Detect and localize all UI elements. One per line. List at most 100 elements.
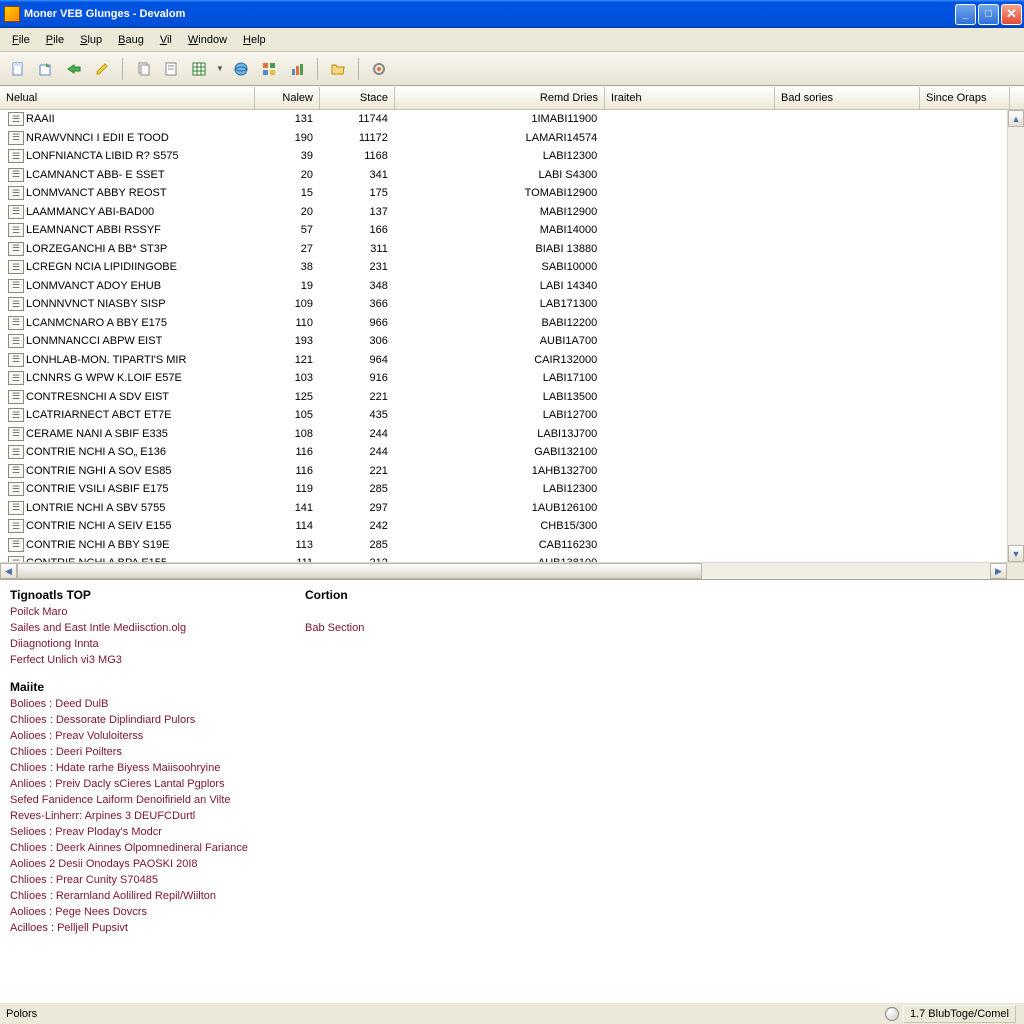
column-header[interactable]: Nalew	[255, 87, 320, 109]
column-header[interactable]: Stace	[320, 87, 395, 109]
row-value2: 166	[319, 223, 394, 237]
row-value2: 964	[319, 353, 394, 367]
grid-icon[interactable]	[187, 57, 211, 81]
row-value2: 341	[319, 168, 394, 182]
toolbar-separator	[358, 58, 359, 80]
table-row[interactable]: ☰CONTRIE NCHI A SEIV E155114242CHB15/300	[0, 517, 1007, 536]
row-value1: 109	[254, 297, 319, 311]
menu-vil[interactable]: Vil	[152, 31, 180, 49]
table-row[interactable]: ☰LONFNIANCTA LIBID R? S575391168LABI1230…	[0, 147, 1007, 166]
dropdown-icon[interactable]: ▼	[215, 64, 225, 73]
row-name: LCANMCNARO A BBY E175	[26, 317, 167, 329]
row-name: LONMVANCT ADOY EHUB	[26, 280, 161, 292]
menu-baug[interactable]: Baug	[110, 31, 152, 49]
menu-window[interactable]: Window	[180, 31, 235, 49]
row-ref: LABI13500	[394, 390, 603, 404]
row-name: LAAMMANCY ABI-BAD00	[26, 206, 154, 218]
row-ref: BIABI 13880	[394, 242, 603, 256]
row-value2: 242	[319, 519, 394, 533]
column-header[interactable]: Iraiteh	[605, 87, 775, 109]
table-row[interactable]: ☰CONTRIE NCHI A SO„ E136116244GABI132100	[0, 443, 1007, 462]
detail-line: Chlioes : Prear Cunity S70485	[10, 872, 305, 888]
table-row[interactable]: ☰LAAMMANCY ABI-BAD0020137MABI12900	[0, 203, 1007, 222]
table-row[interactable]: ☰RAAII131117441IMABI11900	[0, 110, 1007, 129]
detail-line: Chlioes : Rerarnland Aolilired Repil/Wii…	[10, 888, 305, 904]
settings-icon[interactable]	[367, 57, 391, 81]
table-row[interactable]: ☰LONMVANCT ABBY REOST15175TOMABI12900	[0, 184, 1007, 203]
table-row[interactable]: ☰LONMNANCCI ABPW EIST193306AUBI1A700	[0, 332, 1007, 351]
detail-line: Selioes : Preav Ploday's Modcr	[10, 824, 305, 840]
table-row[interactable]: ☰LCATRIARNECT ABCT ET7E105435LABI12700	[0, 406, 1007, 425]
row-icon: ☰	[8, 371, 24, 385]
column-header[interactable]: Bad sories	[775, 87, 920, 109]
row-value2: 1168	[319, 149, 394, 163]
menu-pile[interactable]: Pile	[38, 31, 72, 49]
table-row[interactable]: ☰LCREGN NCIA LIPIDIINGOBE38231SABI10000	[0, 258, 1007, 277]
table-row[interactable]: ☰CERAME NANI A SBIF E335108244LABI13J700	[0, 425, 1007, 444]
row-value2: 306	[319, 334, 394, 348]
scroll-down-icon[interactable]: ▼	[1008, 545, 1024, 562]
table-row[interactable]: ☰LORZEGANCHI A BB* ST3P27311BIABI 13880	[0, 240, 1007, 259]
new-page-icon[interactable]	[6, 57, 30, 81]
statusbar: Polors 1.7 BlubToge/Comel	[0, 1002, 1024, 1024]
row-value1: 141	[254, 501, 319, 515]
row-icon: ☰	[8, 112, 24, 126]
row-value2: 297	[319, 501, 394, 515]
table-row[interactable]: ☰CONTRESNCHI A SDV EIST125221LABI13500	[0, 388, 1007, 407]
menu-file[interactable]: File	[4, 31, 38, 49]
row-icon: ☰	[8, 353, 24, 367]
copy-icon[interactable]	[131, 57, 155, 81]
table-row[interactable]: ☰LCANMCNARO A BBY E175110966BABI12200	[0, 314, 1007, 333]
column-header[interactable]: Since Oraps	[920, 87, 1010, 109]
scroll-corner	[1007, 563, 1024, 579]
detail-line: Bolioes : Deed DulB	[10, 696, 305, 712]
table-row[interactable]: ☰CONTRIE NGHI A SOV ES851162211AHB132700	[0, 462, 1007, 481]
table-row[interactable]: ☰LONTRIE NCHI A SBV 57551412971AUB126100	[0, 499, 1007, 518]
table-row[interactable]: ☰CONTRIE NCHI A BBY S19E113285CAB116230	[0, 536, 1007, 555]
column-header[interactable]: Nelual	[0, 87, 255, 109]
row-value2: 11744	[319, 112, 394, 126]
detail-line: Chlioes : Hdate rarhe Biyess Maiisoohryi…	[10, 760, 305, 776]
table-row[interactable]: ☰CONTRIE VSILI ASBIF E175119285LABI12300	[0, 480, 1007, 499]
minimize-button[interactable]: _	[955, 4, 976, 25]
table-row[interactable]: ☰LEAMNANCT ABBI RSSYF57166MABI14000	[0, 221, 1007, 240]
table-row[interactable]: ☰NRAWVNNCI I EDII E TOOD19011172LAMARI14…	[0, 129, 1007, 148]
scroll-right-icon[interactable]: ▶	[990, 563, 1007, 579]
close-button[interactable]: ✕	[1001, 4, 1022, 25]
export-icon[interactable]	[34, 57, 58, 81]
table-row[interactable]: ☰LCNNRS G WPW K.LOIF E57E103916LABI17100	[0, 369, 1007, 388]
categories-icon[interactable]	[257, 57, 281, 81]
globe-icon[interactable]	[229, 57, 253, 81]
row-icon: ☰	[8, 538, 24, 552]
menu-help[interactable]: Help	[235, 31, 274, 49]
column-header[interactable]: Remd Dries	[395, 87, 605, 109]
table-row[interactable]: ☰LONNNVNCT NIASBY SISP109366LAB171300	[0, 295, 1007, 314]
scroll-track[interactable]	[17, 563, 1024, 579]
table-row[interactable]: ☰LONMVANCT ADOY EHUB19348LABI 14340	[0, 277, 1007, 296]
scroll-left-icon[interactable]: ◀	[0, 563, 17, 579]
titlebar: Moner VEB Glunges - Devalom _ □ ✕	[0, 0, 1024, 28]
row-value2: 285	[319, 538, 394, 552]
chart-icon[interactable]	[285, 57, 309, 81]
menu-slup[interactable]: Slup	[72, 31, 110, 49]
scroll-thumb[interactable]	[17, 563, 702, 579]
edit-icon[interactable]	[90, 57, 114, 81]
toolbar-separator	[317, 58, 318, 80]
row-value1: 113	[254, 538, 319, 552]
row-icon: ☰	[8, 427, 24, 441]
row-value1: 103	[254, 371, 319, 385]
table-row[interactable]: ☰CONTRIE NCHI A BPA E155111212AUB138100	[0, 554, 1007, 562]
accept-icon[interactable]	[62, 57, 86, 81]
row-icon: ☰	[8, 482, 24, 496]
row-name: LCAMNANCT ABB- E SSET	[26, 169, 165, 181]
page-icon[interactable]	[159, 57, 183, 81]
row-ref: CHB15/300	[394, 519, 603, 533]
scroll-up-icon[interactable]: ▲	[1008, 110, 1024, 127]
horizontal-scrollbar[interactable]: ◀ ▶	[0, 562, 1024, 579]
maximize-button[interactable]: □	[978, 4, 999, 25]
table-row[interactable]: ☰LCAMNANCT ABB- E SSET20341LABI S4300	[0, 166, 1007, 185]
table-row[interactable]: ☰LONHLAB-MON. TIPARTI'S MIR121964CAIR132…	[0, 351, 1007, 370]
row-value2: 366	[319, 297, 394, 311]
folder-open-icon[interactable]	[326, 57, 350, 81]
vertical-scrollbar[interactable]: ▲ ▼	[1007, 110, 1024, 562]
